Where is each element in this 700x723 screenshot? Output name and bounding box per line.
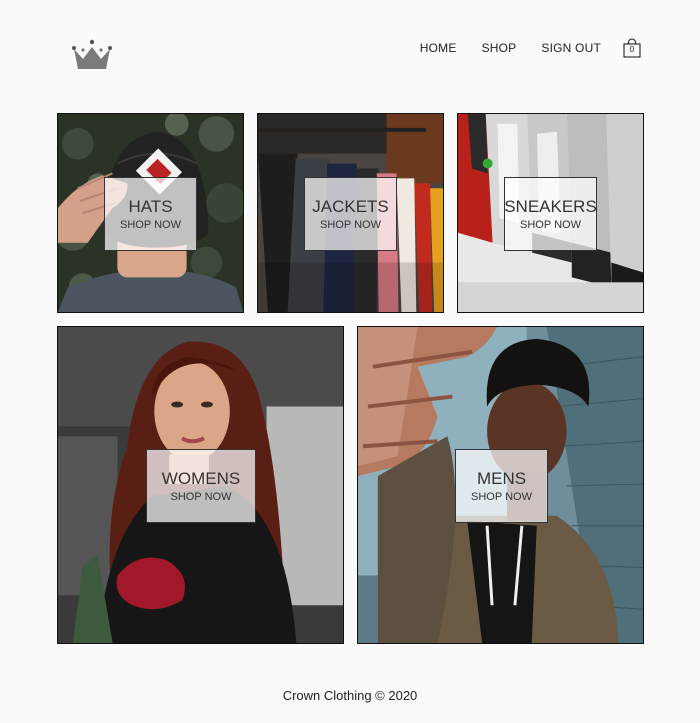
footer-text: Crown Clothing © 2020 [282, 688, 418, 703]
nav-home-link[interactable]: HOME [420, 41, 457, 55]
sneakers-label-box: SNEAKERS SHOP NOW [504, 177, 597, 251]
category-sneakers[interactable]: SNEAKERS SHOP NOW [457, 113, 644, 313]
nav-sign-out-link[interactable]: SIGN OUT [541, 41, 601, 55]
sneakers-shop-now[interactable]: SHOP NOW [520, 218, 581, 232]
main-nav: HOME SHOP SIGN OUT 0 [420, 38, 641, 58]
cart-button[interactable]: 0 [623, 38, 641, 58]
nav-shop-link[interactable]: SHOP [482, 41, 517, 55]
mens-title: MENS [476, 468, 527, 488]
jackets-shop-now[interactable]: SHOP NOW [320, 218, 381, 232]
category-womens[interactable]: WOMENS SHOP NOW [57, 326, 344, 644]
hats-shop-now[interactable]: SHOP NOW [120, 218, 181, 232]
hats-title: HATS [128, 196, 173, 216]
womens-label-box: WOMENS SHOP NOW [146, 449, 256, 523]
category-mens[interactable]: MENS SHOP NOW [357, 326, 644, 644]
mens-label-box: MENS SHOP NOW [455, 449, 548, 523]
page: HOME SHOP SIGN OUT 0 HATS SHOP NOW JACKE… [0, 0, 700, 723]
crown-icon[interactable] [70, 37, 114, 71]
womens-title: WOMENS [161, 468, 241, 488]
category-hats[interactable]: HATS SHOP NOW [57, 113, 244, 313]
hats-label-box: HATS SHOP NOW [104, 177, 197, 251]
category-jackets[interactable]: JACKETS SHOP NOW [257, 113, 444, 313]
cart-count: 0 [629, 45, 635, 54]
sneakers-title: SNEAKERS [504, 196, 597, 216]
jackets-label-box: JACKETS SHOP NOW [304, 177, 397, 251]
womens-shop-now[interactable]: SHOP NOW [171, 490, 232, 504]
jackets-title: JACKETS [312, 196, 389, 216]
mens-shop-now[interactable]: SHOP NOW [471, 490, 532, 504]
